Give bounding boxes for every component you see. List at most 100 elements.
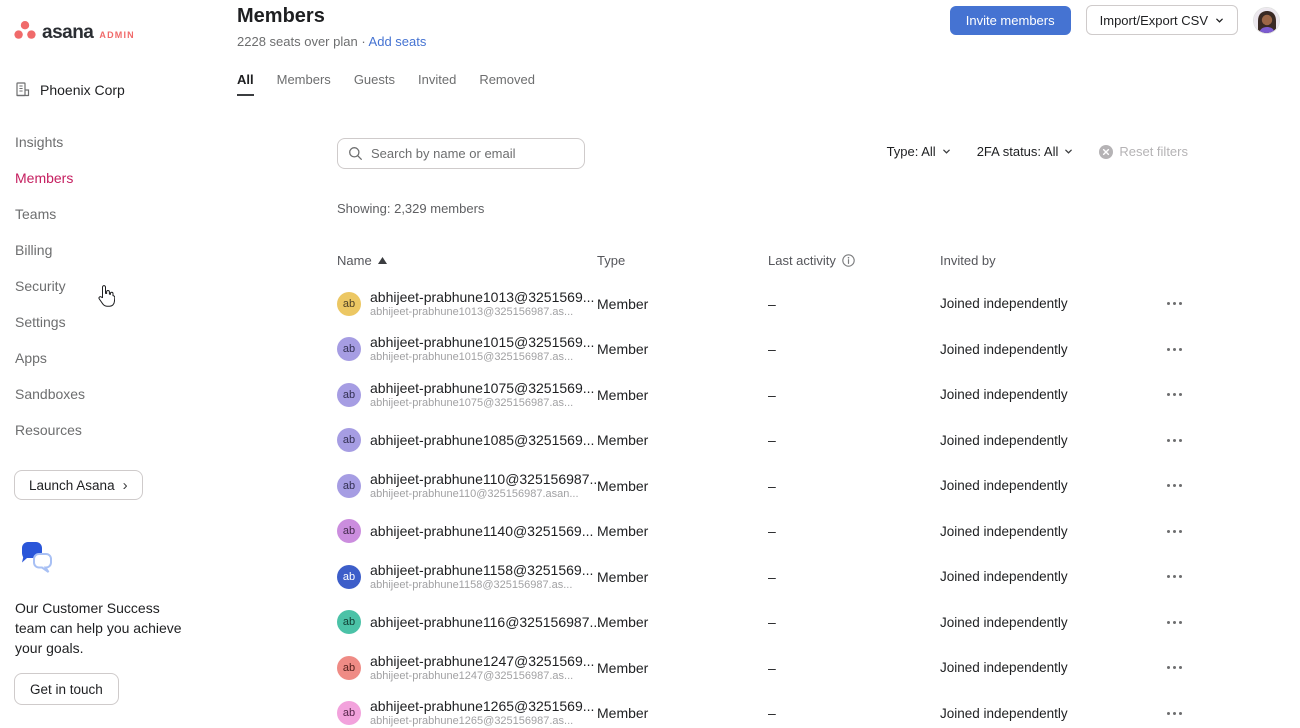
table-row: ab abhijeet-prabhune1247@3251569... abhi…: [337, 645, 1188, 691]
member-name: abhijeet-prabhune116@325156987...: [370, 614, 597, 630]
row-options-button[interactable]: [1148, 666, 1188, 669]
search-input[interactable]: [371, 146, 574, 161]
column-header-name[interactable]: Name: [337, 253, 597, 268]
member-last-activity: –: [768, 478, 940, 494]
member-email: abhijeet-prabhune1013@325156987.as...: [370, 305, 594, 319]
import-export-csv-button[interactable]: Import/Export CSV: [1086, 5, 1238, 35]
asana-admin-console: asana ADMIN Phoenix Corp Insights Member…: [0, 0, 1300, 728]
member-name: abhijeet-prabhune1158@3251569...: [370, 562, 593, 578]
launch-asana-button[interactable]: Launch Asana ›: [14, 470, 143, 500]
member-invited-by: Joined independently: [940, 569, 1148, 584]
type-filter-label: Type: All: [887, 144, 936, 159]
row-options-button[interactable]: [1148, 484, 1188, 487]
member-avatar: ab: [337, 565, 361, 589]
2fa-status-filter[interactable]: 2FA status: All: [977, 144, 1074, 159]
table-row: ab abhijeet-prabhune1265@3251569... abhi…: [337, 691, 1188, 728]
search-icon: [348, 146, 363, 161]
customer-success-text: Our Customer Success team can help you a…: [15, 598, 183, 658]
table-row: ab abhijeet-prabhune116@325156987... Mem…: [337, 600, 1188, 646]
member-name-cell: ab abhijeet-prabhune116@325156987...: [337, 610, 597, 634]
member-name-stack: abhijeet-prabhune1158@3251569... abhijee…: [370, 562, 593, 592]
tab-removed[interactable]: Removed: [479, 72, 535, 96]
member-name: abhijeet-prabhune110@325156987...: [370, 471, 597, 487]
member-invited-by: Joined independently: [940, 706, 1148, 721]
member-avatar: ab: [337, 292, 361, 316]
member-last-activity: –: [768, 296, 940, 312]
member-invited-by: Joined independently: [940, 296, 1148, 311]
row-options-button[interactable]: [1148, 393, 1188, 396]
member-type: Member: [597, 387, 768, 403]
member-type: Member: [597, 432, 768, 448]
member-type: Member: [597, 614, 768, 630]
sidebar-item-resources[interactable]: Resources: [0, 412, 237, 448]
organization-icon: [14, 81, 31, 98]
reset-filters-button[interactable]: Reset filters: [1099, 144, 1188, 159]
member-invited-by: Joined independently: [940, 387, 1148, 402]
member-name-cell: ab abhijeet-prabhune1015@3251569... abhi…: [337, 334, 597, 364]
row-options-button[interactable]: [1148, 621, 1188, 624]
sidebar-item-security[interactable]: Security: [0, 268, 237, 304]
member-name-cell: ab abhijeet-prabhune1140@3251569...: [337, 519, 597, 543]
row-options-button[interactable]: [1148, 575, 1188, 578]
sidebar-item-insights[interactable]: Insights: [0, 124, 237, 160]
reset-filters-label: Reset filters: [1119, 144, 1188, 159]
member-name-cell: ab abhijeet-prabhune1265@3251569... abhi…: [337, 698, 597, 728]
row-options-button[interactable]: [1148, 439, 1188, 442]
members-content: Type: All 2FA status: All Reset filters: [337, 138, 1188, 169]
member-email: abhijeet-prabhune1247@325156987.as...: [370, 669, 594, 683]
member-last-activity: –: [768, 569, 940, 585]
member-name-stack: abhijeet-prabhune110@325156987... abhije…: [370, 471, 597, 501]
sidebar-item-sandboxes[interactable]: Sandboxes: [0, 376, 237, 412]
add-seats-link[interactable]: Add seats: [369, 34, 427, 49]
chat-bubbles-icon: [16, 542, 58, 582]
circle-x-icon: [1099, 145, 1113, 159]
tab-all[interactable]: All: [237, 72, 254, 96]
member-type: Member: [597, 523, 768, 539]
row-options-button[interactable]: [1148, 302, 1188, 305]
page-title: Members: [237, 5, 325, 28]
tab-invited[interactable]: Invited: [418, 72, 456, 96]
member-count-summary: Showing: 2,329 members: [337, 201, 484, 216]
sidebar-item-billing[interactable]: Billing: [0, 232, 237, 268]
sidebar-item-settings[interactable]: Settings: [0, 304, 237, 340]
workspace-switcher[interactable]: Phoenix Corp: [14, 81, 125, 98]
member-avatar: ab: [337, 656, 361, 680]
sidebar-item-members[interactable]: Members: [0, 160, 237, 196]
row-options-button[interactable]: [1148, 530, 1188, 533]
member-name-cell: ab abhijeet-prabhune1075@3251569... abhi…: [337, 380, 597, 410]
seats-notice: 2228 seats over plan · Add seats: [237, 34, 426, 49]
user-avatar[interactable]: [1253, 7, 1280, 34]
table-row: ab abhijeet-prabhune1140@3251569... Memb…: [337, 509, 1188, 555]
member-name-cell: ab abhijeet-prabhune1158@3251569... abhi…: [337, 562, 597, 592]
member-name-stack: abhijeet-prabhune1140@3251569...: [370, 523, 593, 539]
table-row: ab abhijeet-prabhune1013@3251569... abhi…: [337, 281, 1188, 327]
table-header: Name Type Last activity Invited by: [337, 250, 1188, 270]
invite-members-button[interactable]: Invite members: [950, 6, 1071, 35]
member-email: abhijeet-prabhune1158@325156987.as...: [370, 578, 593, 592]
member-last-activity: –: [768, 387, 940, 403]
sidebar-nav: Insights Members Teams Billing Security …: [0, 124, 237, 448]
member-avatar: ab: [337, 474, 361, 498]
member-name: abhijeet-prabhune1015@3251569...: [370, 334, 594, 350]
import-export-label: Import/Export CSV: [1100, 13, 1208, 28]
table-row: ab abhijeet-prabhune1015@3251569... abhi…: [337, 327, 1188, 373]
2fa-filter-label: 2FA status: All: [977, 144, 1059, 159]
member-search[interactable]: [337, 138, 585, 169]
member-avatar: ab: [337, 610, 361, 634]
tab-members[interactable]: Members: [277, 72, 331, 96]
row-options-button[interactable]: [1148, 712, 1188, 715]
sidebar-item-apps[interactable]: Apps: [0, 340, 237, 376]
member-last-activity: –: [768, 614, 940, 630]
tab-guests[interactable]: Guests: [354, 72, 395, 96]
sidebar-item-teams[interactable]: Teams: [0, 196, 237, 232]
member-invited-by: Joined independently: [940, 615, 1148, 630]
get-in-touch-button[interactable]: Get in touch: [14, 673, 119, 705]
chevron-down-icon: [1215, 16, 1224, 25]
member-name: abhijeet-prabhune1265@3251569...: [370, 698, 594, 714]
member-name: abhijeet-prabhune1013@3251569...: [370, 289, 594, 305]
column-header-invited-by: Invited by: [940, 253, 1148, 268]
row-options-button[interactable]: [1148, 348, 1188, 351]
type-filter[interactable]: Type: All: [887, 144, 951, 159]
member-name-stack: abhijeet-prabhune116@325156987...: [370, 614, 597, 630]
member-last-activity: –: [768, 660, 940, 676]
